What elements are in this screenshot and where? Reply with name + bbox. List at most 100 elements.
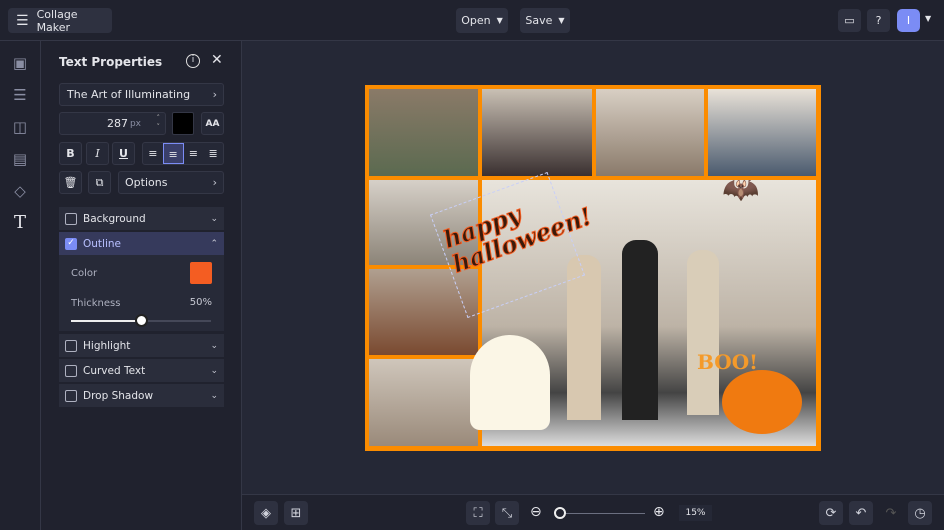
color-label: Color — [71, 268, 98, 279]
thickness-value[interactable]: 50% — [190, 297, 212, 308]
chevron-down-icon: ▼ — [558, 16, 565, 25]
zoom-in-icon[interactable]: ⊕ — [653, 504, 665, 520]
tool-rail: ▣ ☰ ◫ ▤ ◇ T — [0, 41, 41, 530]
chevron-down-icon: ⌄ — [210, 365, 218, 376]
letter-spacing-icon: AA — [205, 118, 220, 129]
chevron-down-icon: ⌄ — [210, 390, 218, 401]
layers-button[interactable]: ◈ — [254, 501, 278, 525]
layout-icon[interactable]: ◫ — [11, 118, 29, 136]
options-button[interactable]: Options › — [118, 171, 224, 194]
font-size-unit: px — [129, 118, 141, 129]
italic-icon: I — [95, 147, 100, 160]
comments-button[interactable]: ▭ — [838, 9, 861, 32]
align-left-icon[interactable]: ≡ — [143, 147, 163, 160]
align-right-icon[interactable]: ≡ — [184, 147, 204, 160]
chevron-down-icon: ▼ — [496, 16, 503, 25]
history-button[interactable]: ◷ — [908, 501, 932, 525]
underline-icon: U — [119, 147, 128, 160]
justify-icon[interactable]: ≣ — [203, 147, 223, 160]
text-properties-panel: Text Properties i ✕ The Art of Illuminat… — [41, 41, 242, 530]
zoom-slider[interactable] — [560, 513, 645, 514]
photo-cell[interactable] — [369, 359, 478, 446]
image-icon[interactable]: ▣ — [11, 54, 29, 72]
undo-icon: ↶ — [855, 505, 867, 521]
help-icon: ? — [875, 14, 882, 27]
grid-icon: ⊞ — [290, 505, 302, 521]
bold-button[interactable]: B — [59, 142, 82, 165]
redo-button[interactable]: ↷ — [879, 501, 903, 525]
text-icon[interactable]: T — [11, 214, 29, 232]
photo-cell[interactable] — [596, 89, 704, 176]
checkbox[interactable] — [65, 339, 77, 352]
photo-cell[interactable] — [482, 89, 592, 176]
close-icon[interactable]: ✕ — [211, 52, 223, 68]
ghost-sticker — [470, 335, 550, 430]
duplicate-button[interactable]: ⧉ — [88, 171, 111, 194]
figure-witch — [622, 240, 658, 420]
section-label: Background — [83, 212, 146, 225]
zoom-slider-handle[interactable] — [554, 507, 566, 519]
app-title: Collage Maker — [36, 7, 78, 34]
section-label: Drop Shadow — [83, 389, 154, 402]
figure-mummy — [687, 250, 719, 415]
boo-sticker[interactable]: BOO! — [697, 350, 758, 374]
chevron-down-icon[interactable]: ▼ — [925, 14, 931, 23]
section-drop-shadow[interactable]: Drop Shadow ⌄ — [59, 384, 224, 407]
letter-spacing-button[interactable]: AA — [201, 112, 224, 135]
open-button[interactable]: Open ▼ — [456, 8, 508, 33]
slider-handle[interactable] — [135, 314, 148, 327]
photo-cell[interactable] — [708, 89, 816, 176]
info-icon[interactable]: i — [186, 54, 200, 68]
zoom-out-icon[interactable]: ⊖ — [530, 504, 542, 520]
delete-button[interactable]: 🗑 — [59, 171, 82, 194]
section-curved-text[interactable]: Curved Text ⌄ — [59, 359, 224, 382]
checkbox[interactable] — [65, 389, 77, 402]
italic-button[interactable]: I — [86, 142, 109, 165]
thickness-label: Thickness — [71, 298, 121, 309]
section-background[interactable]: Background ⌄ — [59, 207, 224, 230]
align-center-icon[interactable]: ≡ — [162, 143, 184, 164]
top-bar: ☰ Collage Maker Open ▼ Save ▼ ▭ ? I ▼ — [0, 0, 944, 41]
hamburger-icon: ☰ — [16, 12, 29, 29]
font-size-input[interactable]: 287 px ˄ ˅ — [59, 112, 166, 135]
avatar[interactable]: I — [897, 9, 920, 32]
bat-sticker: 🦇 — [722, 180, 760, 207]
app-menu-button[interactable]: ☰ Collage Maker — [8, 7, 112, 34]
section-label: Outline — [83, 237, 121, 250]
help-button[interactable]: ? — [867, 9, 890, 32]
swap-button[interactable]: ⟳ — [819, 501, 843, 525]
open-label: Open — [461, 14, 491, 27]
text-color-swatch[interactable] — [172, 112, 194, 135]
bottom-toolbar: ◈ ⊞ ⛶ ⤡ ⊖ ⊕ 15% ⟳ ↶ ↷ ◷ — [242, 494, 944, 530]
history-icon: ◷ — [914, 505, 926, 521]
grid-button[interactable]: ⊞ — [284, 501, 308, 525]
shapes-icon[interactable]: ◇ — [11, 182, 29, 200]
font-selector[interactable]: The Art of Illuminating › — [59, 83, 224, 106]
shrink-button[interactable]: ⤡ — [495, 501, 519, 525]
section-outline[interactable]: ✓ Outline ⌃ — [59, 232, 224, 255]
refresh-icon: ⟳ — [825, 505, 837, 521]
checkbox[interactable] — [65, 212, 77, 225]
chevron-right-icon: › — [212, 176, 217, 189]
save-label: Save — [525, 14, 553, 27]
chevron-up-icon: ⌃ — [210, 238, 218, 249]
stepper-icon[interactable]: ˄ ˅ — [157, 114, 161, 132]
section-highlight[interactable]: Highlight ⌄ — [59, 334, 224, 357]
bold-icon: B — [66, 147, 75, 160]
underline-button[interactable]: U — [112, 142, 135, 165]
trash-icon: 🗑 — [63, 176, 78, 189]
collapse-icon: ⤡ — [501, 505, 513, 521]
options-label: Options — [125, 176, 168, 189]
undo-button[interactable]: ↶ — [849, 501, 873, 525]
sliders-icon[interactable]: ☰ — [11, 86, 29, 104]
checkbox[interactable] — [65, 364, 77, 377]
outline-color-swatch[interactable] — [190, 262, 212, 284]
checkbox-checked[interactable]: ✓ — [65, 237, 77, 250]
fit-button[interactable]: ⛶ — [466, 501, 490, 525]
texture-icon[interactable]: ▤ — [11, 150, 29, 168]
zoom-value[interactable]: 15% — [679, 505, 712, 521]
photo-cell[interactable] — [369, 89, 478, 176]
collage-canvas[interactable]: BOO! 🦇 happy halloween! — [365, 85, 821, 451]
comment-icon: ▭ — [844, 14, 855, 27]
save-button[interactable]: Save ▼ — [520, 8, 570, 33]
